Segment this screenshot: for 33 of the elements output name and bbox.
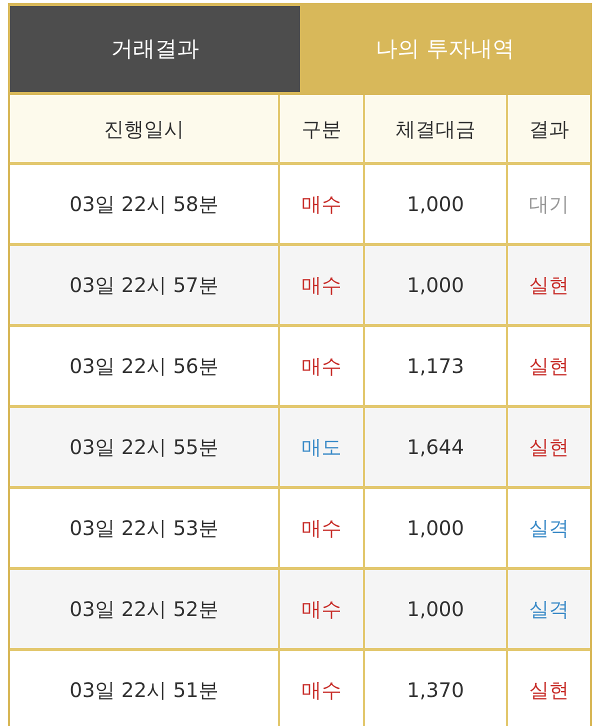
table-cell-text: 03일 22시 55분	[69, 434, 219, 461]
table-cell-text: 매수	[302, 272, 342, 299]
table-cell-text: 1,000	[406, 596, 464, 623]
table-cell-text: 대기	[529, 191, 569, 218]
table-cell-text: 1,000	[406, 191, 464, 218]
column-header: 진행일시	[104, 116, 184, 142]
table-cell-text: 03일 22시 57분	[69, 272, 219, 299]
table-cell-text: 실현	[529, 434, 569, 461]
table-cell-text: 실현	[529, 272, 569, 299]
table-cell-text: 매수	[302, 596, 342, 623]
table-cell-text: 1,173	[406, 353, 464, 380]
table-cell-text: 매수	[302, 191, 342, 218]
table-cell-text: 03일 22시 56분	[69, 353, 219, 380]
table-cell-text: 1,000	[406, 272, 464, 299]
table-cell-text: 1,370	[406, 677, 464, 704]
column-header: 체결대금	[396, 116, 476, 142]
column-header: 결과	[529, 116, 569, 142]
table-cell-text: 03일 22시 53분	[69, 515, 219, 542]
table-cell-text: 매도	[302, 434, 342, 461]
column-header: 구분	[302, 116, 342, 142]
table-cell-text: 실현	[529, 353, 569, 380]
table-cell-text: 매수	[302, 677, 342, 704]
table-cell-text: 매수	[302, 353, 342, 380]
table-cell-text: 실현	[529, 677, 569, 704]
table-cell-text: 1,000	[406, 515, 464, 542]
table-cell-text: 03일 22시 51분	[69, 677, 219, 704]
table-cell-text: 실격	[529, 515, 569, 542]
table-cell-text: 실격	[529, 596, 569, 623]
table-cell-text: 1,644	[406, 434, 464, 461]
table-cell-text: 매수	[302, 515, 342, 542]
table-cell-text: 03일 22시 52분	[69, 596, 219, 623]
table-cell-text: 03일 22시 58분	[69, 191, 219, 218]
tab[interactable]: 거래결과	[10, 6, 300, 92]
